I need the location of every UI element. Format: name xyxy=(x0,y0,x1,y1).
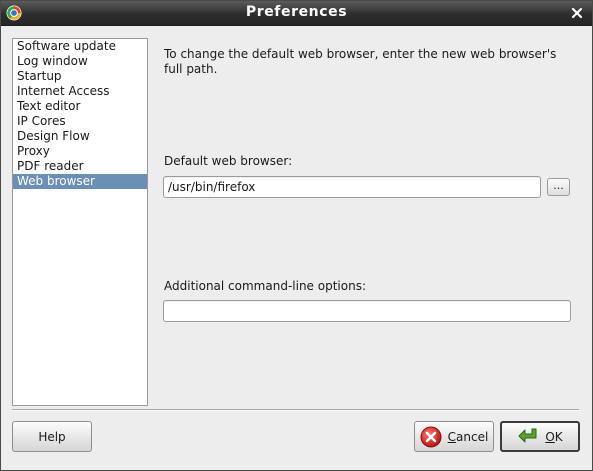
cancel-icon xyxy=(420,426,442,447)
default-browser-label: Default web browser: xyxy=(164,154,293,168)
ok-arrow-icon xyxy=(518,428,537,442)
default-browser-input[interactable] xyxy=(163,176,541,198)
ok-button[interactable]: OK xyxy=(500,421,580,452)
category-item-ip-cores[interactable]: IP Cores xyxy=(13,114,147,129)
category-item-pdf-reader[interactable]: PDF reader xyxy=(13,159,147,174)
category-item-startup[interactable]: Startup xyxy=(13,69,147,84)
browse-button[interactable]: ... xyxy=(547,178,570,196)
category-list[interactable]: Software update Log window Startup Internet… xyxy=(12,38,148,406)
help-button[interactable]: Help xyxy=(12,421,92,452)
preferences-window: Preferences Software update Log window Sta… xyxy=(0,0,593,471)
command-line-options-label: Additional command-line options: xyxy=(164,279,366,293)
category-item-internet-access[interactable]: Internet Access xyxy=(13,84,147,99)
close-icon[interactable] xyxy=(571,7,583,19)
description-text: To change the default web browser, enter… xyxy=(164,47,557,76)
cancel-button-label: Cancel xyxy=(447,429,489,444)
category-item-web-browser[interactable]: Web browser xyxy=(13,174,147,189)
category-item-software-update[interactable]: Software update xyxy=(13,39,147,54)
window-title: Preferences xyxy=(245,4,348,20)
category-item-proxy[interactable]: Proxy xyxy=(13,144,147,159)
command-line-options-input[interactable] xyxy=(163,300,571,322)
title-bar[interactable]: Preferences xyxy=(1,1,592,26)
category-item-log-window[interactable]: Log window xyxy=(13,54,147,69)
cancel-button[interactable]: Cancel xyxy=(414,421,494,452)
ok-button-label: OK xyxy=(545,429,563,444)
category-item-design-flow[interactable]: Design Flow xyxy=(13,129,147,144)
footer-separator xyxy=(12,409,579,411)
help-button-label: Help xyxy=(38,429,66,444)
category-item-text-editor[interactable]: Text editor xyxy=(13,99,147,114)
